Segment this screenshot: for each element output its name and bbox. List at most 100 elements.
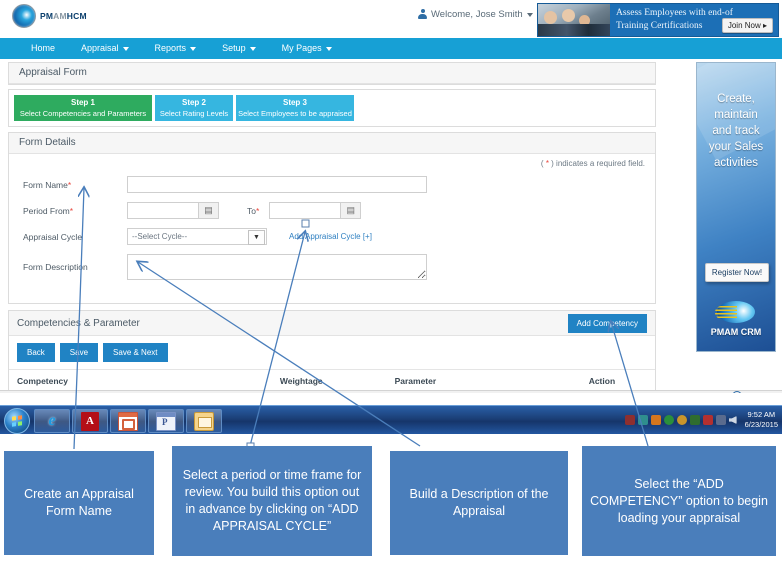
callout-2-text: Select a period or time frame for review…	[182, 468, 362, 533]
site-header: PMAMHCM Welcome, Jose Smith Assess Emplo…	[0, 0, 782, 38]
back-button[interactable]: Back	[17, 343, 55, 362]
required-field-note: ( * ) indicates a required field.	[9, 154, 655, 168]
pmam-crm-logo-icon	[715, 301, 755, 323]
chevron-down-icon	[122, 46, 129, 51]
taskbar-clock[interactable]: 9:52 AM 6/23/2015	[745, 410, 778, 430]
logo-text: PMAMHCM	[40, 11, 87, 21]
nav-item-reports-label: Reports	[154, 43, 187, 53]
form-description-textarea[interactable]	[127, 254, 427, 280]
form-action-buttons: Back Save Save & Next	[9, 336, 655, 369]
save-and-next-button[interactable]: Save & Next	[103, 343, 168, 362]
system-tray: 9:52 AM 6/23/2015	[624, 409, 778, 431]
start-button-icon[interactable]	[4, 408, 30, 434]
tray-icon-5[interactable]	[676, 415, 687, 425]
logo-text-am: AM	[53, 11, 67, 21]
wizard-step-1[interactable]: Step 1 Select Competencies and Parameter…	[14, 95, 152, 121]
form-name-label-text: Form Name	[23, 179, 68, 190]
nav-item-reports[interactable]: Reports	[142, 38, 210, 59]
pmam-logo-icon	[12, 4, 36, 28]
welcome-label: Welcome, Jose Smith	[431, 9, 523, 20]
chevron-down-icon	[325, 46, 332, 51]
taskbar-item-internet-explorer[interactable]: e	[34, 409, 70, 433]
chevron-down-icon	[190, 46, 197, 51]
appraisal-cycle-selected-value: --Select Cycle--	[132, 232, 188, 241]
form-description-label: Form Description	[23, 262, 88, 272]
outlook-icon	[194, 411, 214, 431]
wizard-step-2[interactable]: Step 2 Select Rating Levels	[155, 95, 233, 121]
callout-add-competency: Select the “ADD COMPETENCY” option to be…	[582, 446, 776, 556]
competencies-heading: Competencies & Parameter	[17, 317, 140, 329]
tray-icon-7[interactable]	[702, 415, 713, 425]
sidebar-ad-line2: maintain	[714, 109, 758, 121]
wizard-step-3-number: Step 3	[282, 98, 307, 107]
nav-item-appraisal[interactable]: Appraisal	[68, 38, 142, 59]
chevron-down-icon	[249, 46, 256, 51]
period-from-input[interactable]	[127, 202, 199, 219]
tray-icon-6[interactable]	[689, 415, 700, 425]
chevron-down-icon	[526, 12, 533, 17]
callout-build-description: Build a Description of the Appraisal	[390, 451, 568, 555]
period-from-label: Period From*	[23, 206, 127, 216]
nav-item-my-pages[interactable]: My Pages	[269, 38, 345, 59]
tray-icon-4[interactable]	[663, 415, 674, 425]
required-note-post: ) indicates a required field.	[548, 159, 645, 168]
sidebar-ad[interactable]: Create, maintain and track your Sales ac…	[696, 62, 776, 352]
join-now-button[interactable]: Join Now ▸	[721, 18, 773, 33]
wizard-step-1-label: Select Competencies and Parameters	[19, 109, 147, 118]
form-name-input[interactable]	[127, 176, 427, 193]
form-row-description: Form Description	[9, 254, 655, 280]
internet-explorer-icon: e	[48, 412, 56, 429]
add-competency-button[interactable]: Add Competency	[567, 313, 647, 333]
page-title: Appraisal Form	[9, 63, 655, 84]
nav-item-home[interactable]: Home	[18, 38, 68, 59]
nav-item-setup[interactable]: Setup	[209, 38, 269, 59]
taskbar-item-powerpoint[interactable]	[110, 409, 146, 433]
callout-create-form-name: Create an Appraisal Form Name	[4, 451, 154, 555]
form-name-label: Form Name*	[23, 180, 127, 190]
top-banner-ad[interactable]: Assess Employees with end-of Training Ce…	[537, 3, 779, 37]
register-now-button[interactable]: Register Now!	[705, 263, 769, 282]
period-to-input[interactable]	[269, 202, 342, 219]
chevron-down-icon: ▾	[770, 392, 774, 394]
tray-icon-2[interactable]	[637, 415, 648, 425]
user-icon	[418, 9, 427, 20]
windows-taskbar: e 9:52 AM 6/23/2015	[0, 405, 782, 434]
nav-item-home-label: Home	[31, 43, 56, 53]
form-row-form-name: Form Name*	[9, 176, 655, 193]
taskbar-item-publisher[interactable]	[148, 409, 184, 433]
browser-viewport: PMAMHCM Welcome, Jose Smith Assess Emplo…	[0, 0, 782, 393]
period-from-calendar-icon[interactable]: ▤	[199, 202, 219, 219]
tray-icon-8[interactable]	[715, 415, 726, 425]
period-to-label: To*	[247, 206, 259, 216]
period-from-label-text: Period From	[23, 205, 70, 216]
tray-icon-1[interactable]	[624, 415, 635, 425]
wizard-step-3-label: Select Employees to be appraised	[238, 109, 352, 118]
logo-text-pm: PM	[40, 11, 54, 21]
save-button[interactable]: Save	[59, 343, 99, 362]
required-star: *	[69, 205, 74, 216]
taskbar-item-outlook[interactable]	[186, 409, 222, 433]
pmam-hcm-logo[interactable]: PMAMHCM	[12, 4, 87, 28]
sidebar-ad-line4: your Sales	[708, 141, 764, 153]
wizard-steps: Step 1 Select Competencies and Parameter…	[8, 89, 656, 127]
logo-text-hcm: HCM	[66, 11, 87, 21]
adobe-reader-icon	[81, 411, 99, 431]
taskbar-item-adobe-reader[interactable]	[72, 409, 108, 433]
add-appraisal-cycle-link[interactable]: Add Appraisal Cycle [+]	[289, 232, 372, 241]
main-navbar: Home Appraisal Reports Setup My Pages	[0, 38, 782, 59]
volume-icon[interactable]	[728, 416, 737, 424]
top-banner-ad-photo	[538, 4, 610, 36]
form-row-appraisal-cycle: Appraisal Cycle --Select Cycle-- ▼ Add A…	[9, 228, 655, 245]
user-menu[interactable]: Welcome, Jose Smith	[418, 9, 533, 20]
magnifier-icon	[731, 391, 742, 393]
nav-item-my-pages-label: My Pages	[281, 43, 322, 53]
form-row-period: Period From* ▤ To* ▤	[9, 202, 655, 219]
nav-item-appraisal-label: Appraisal	[81, 43, 119, 53]
appraisal-cycle-select[interactable]: --Select Cycle-- ▼	[127, 228, 267, 245]
competencies-panel: Competencies & Parameter Add Competency …	[8, 310, 656, 393]
period-to-calendar-icon[interactable]: ▤	[341, 202, 362, 219]
wizard-step-3[interactable]: Step 3 Select Employees to be appraised	[236, 95, 354, 121]
zoom-indicator[interactable]: 100% ▾	[731, 391, 774, 394]
page-content: Appraisal Form Step 1 Select Competencie…	[8, 62, 656, 393]
tray-icon-3[interactable]	[650, 415, 661, 425]
